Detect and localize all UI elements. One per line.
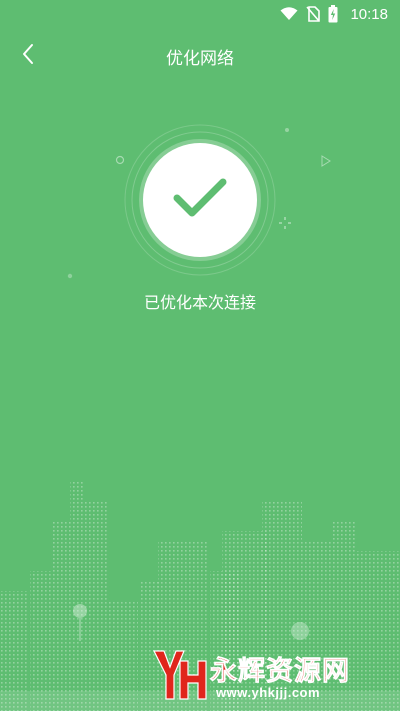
battery-charging-icon (328, 5, 338, 23)
result-area (0, 118, 400, 318)
watermark-url: www.yhkjjj.com (216, 685, 321, 700)
no-sim-icon (306, 6, 321, 22)
watermark-yh-icon (153, 650, 207, 700)
header: 优化网络 (0, 36, 400, 76)
wifi-icon (280, 7, 298, 21)
page-title: 优化网络 (166, 49, 234, 69)
watermark-name: 永辉资源网 (210, 656, 350, 688)
success-badge (143, 143, 257, 257)
status-bar: 10:18 (0, 0, 400, 28)
status-icons: 10:18 (280, 4, 388, 24)
watermark-logo: 永辉资源网 www.yhkjjj.com (150, 645, 390, 705)
result-message: 已优化本次连接 (143, 293, 256, 312)
checkmark-icon (172, 176, 228, 224)
status-time: 10:18 (350, 5, 388, 23)
